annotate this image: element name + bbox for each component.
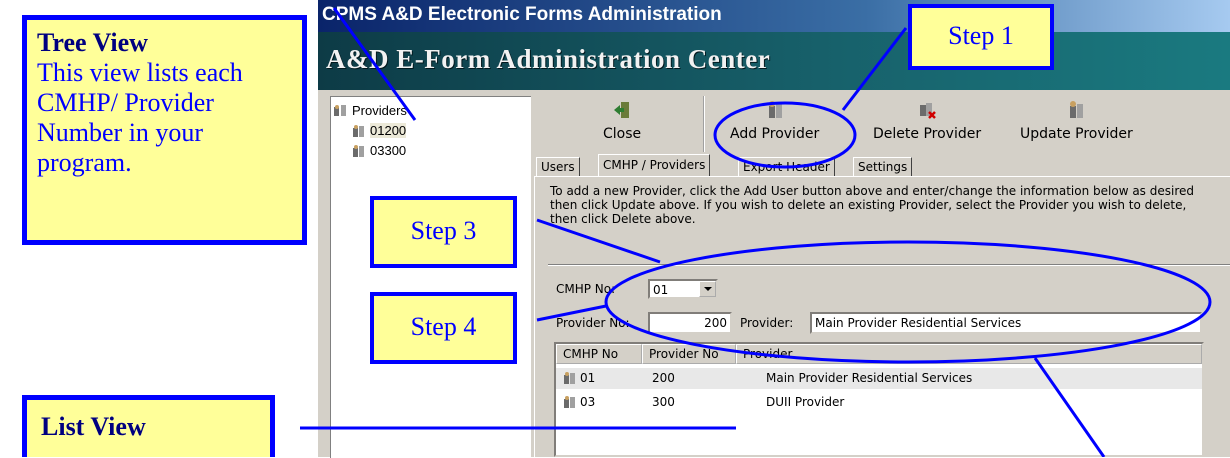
list-view-callout: List View	[22, 395, 275, 457]
list-view-callout-title: List View	[41, 412, 146, 441]
tree-view-callout-title: Tree View	[37, 28, 148, 57]
tree-view-callout-body: This view lists each CMHP/ Provider Numb…	[37, 58, 243, 177]
tab-cmhp-providers[interactable]: CMHP / Providers	[598, 154, 711, 176]
step3-callout: Step 3	[370, 196, 517, 268]
step4-callout: Step 4	[370, 292, 517, 364]
step1-callout: Step 1	[908, 4, 1054, 70]
tree-view-callout: Tree View This view lists each CMHP/ Pro…	[22, 15, 307, 245]
